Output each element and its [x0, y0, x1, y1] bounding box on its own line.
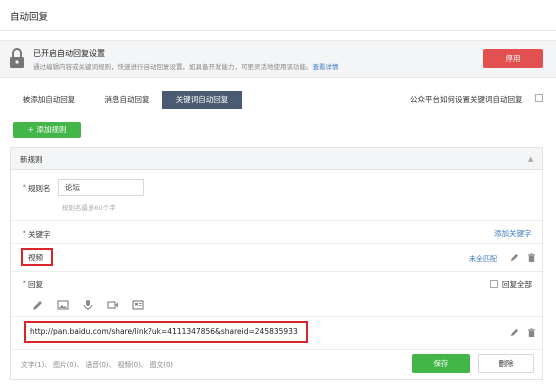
disable-button[interactable]: 停用: [483, 49, 543, 68]
required-dot: •: [22, 182, 27, 191]
rule-name-hint: 规则名最多60个字: [62, 204, 116, 212]
rule-name-label: 规则名: [28, 184, 51, 193]
notice-description-text: 通过编辑内容或关键词规则，快速进行自动回复设置。如具备开发能力，可更灵活地使用该…: [33, 63, 313, 71]
tab-added-reply[interactable]: 被添加自动回复: [10, 91, 88, 109]
help-checkbox[interactable]: [535, 94, 543, 102]
required-dot: •: [22, 228, 27, 237]
lock-icon: [10, 48, 24, 68]
section-divider: [11, 271, 542, 272]
rule-header[interactable]: [11, 148, 542, 170]
video-camera-icon[interactable]: [107, 299, 119, 311]
text-pencil-icon[interactable]: [32, 299, 44, 311]
required-dot: •: [22, 278, 27, 287]
rule-title: 新规则: [20, 155, 43, 164]
keyword-help-link[interactable]: 公众平台如何设置关键词自动回复: [410, 94, 523, 105]
reply-label: 回复: [28, 280, 43, 289]
reply-all-checkbox[interactable]: [490, 280, 498, 288]
title-divider: [0, 30, 556, 31]
match-mode-link[interactable]: 未全匹配: [469, 254, 497, 264]
reply-url-text: http://pan.baidu.com/share/link?uk=41113…: [30, 327, 298, 336]
reply-all-label: 回复全部: [502, 280, 532, 289]
section-divider: [11, 220, 542, 221]
save-button[interactable]: 保存: [412, 354, 470, 373]
chevron-up-icon[interactable]: ▲: [528, 155, 533, 163]
tab-keyword-reply[interactable]: 关键词自动回复: [162, 91, 242, 109]
delete-button[interactable]: 删除: [478, 354, 534, 373]
pencil-icon[interactable]: [510, 328, 519, 337]
tab-message-reply[interactable]: 消息自动回复: [94, 91, 160, 109]
reply-stats: 文字(1)、 图片(0)、 语音(0)、 视频(0)、 图文(0): [21, 361, 173, 369]
add-keyword-link[interactable]: 添加关键字: [494, 228, 532, 239]
keyword-label: 关键字: [28, 230, 51, 239]
image-icon[interactable]: [57, 299, 69, 311]
auto-reply-notice: [0, 40, 556, 78]
news-card-icon[interactable]: [132, 299, 144, 311]
trash-icon[interactable]: [527, 328, 536, 337]
section-divider: [11, 243, 542, 244]
notice-description: 通过编辑内容或关键词规则，快速进行自动回复设置。如具备开发能力，可更灵活地使用该…: [33, 61, 339, 71]
notice-detail-link[interactable]: 查看详情: [313, 63, 339, 71]
add-rule-button[interactable]: + 添加规则: [13, 122, 81, 138]
microphone-icon[interactable]: [82, 299, 94, 311]
keyword-value: 视频: [28, 253, 43, 262]
page-title: 自动回复: [10, 12, 49, 23]
notice-title: 已开启自动回复设置: [33, 49, 105, 58]
pencil-icon[interactable]: [510, 253, 519, 262]
trash-icon[interactable]: [527, 253, 536, 262]
rule-name-input[interactable]: [58, 179, 144, 196]
